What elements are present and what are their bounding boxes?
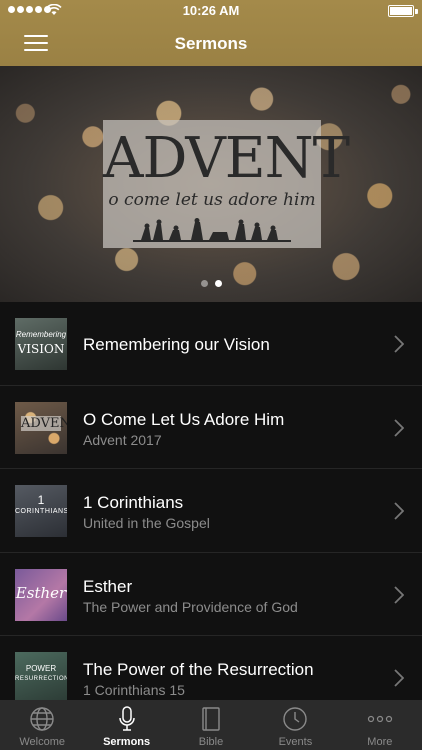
advent-artwork: ADVENT o come let us adore him bbox=[103, 120, 350, 248]
tab-label: Sermons bbox=[103, 736, 151, 748]
sermon-row[interactable]: 1 CORINTHIANS 1 Corinthians United in th… bbox=[0, 469, 422, 553]
sermon-row[interactable]: ADVENT O Come Let Us Adore Him Advent 20… bbox=[0, 386, 422, 469]
thumbnail-title: VISION bbox=[17, 342, 65, 356]
globe-icon bbox=[30, 707, 54, 731]
sermon-thumbnail: Remembering VISION bbox=[15, 318, 67, 370]
sermon-thumbnail: Esther bbox=[15, 568, 67, 621]
more-icon bbox=[367, 715, 392, 723]
banner-pager bbox=[0, 280, 422, 287]
sermon-subtitle: The Power and Providence of God bbox=[83, 598, 298, 615]
page-title: Sermons bbox=[174, 34, 248, 53]
sermon-subtitle: Advent 2017 bbox=[83, 431, 162, 448]
tab-label: Welcome bbox=[19, 736, 66, 748]
tab-label: Bible bbox=[198, 736, 224, 748]
sermon-list: Remembering VISION Remembering our Visio… bbox=[0, 302, 422, 700]
microphone-icon bbox=[118, 706, 135, 731]
tab-label: More bbox=[367, 736, 393, 748]
sermon-thumbnail: 1 CORINTHIANS bbox=[15, 485, 67, 537]
thumbnail-title: RESURRECTION bbox=[15, 676, 67, 682]
thumbnail-title: CORINTHIANS bbox=[15, 508, 67, 515]
tab-more[interactable]: More bbox=[338, 700, 422, 750]
status-time: 10:26 AM bbox=[182, 3, 240, 18]
sermon-row[interactable]: Esther Esther The Power and Providence o… bbox=[0, 553, 422, 636]
chevron-right-icon bbox=[394, 585, 404, 604]
tab-label: Events bbox=[278, 736, 313, 748]
nav-header: 10:26 AM Sermons bbox=[0, 0, 422, 66]
status-bar: 10:26 AM bbox=[0, 0, 422, 22]
sermon-title: Remembering our Vision bbox=[83, 335, 270, 354]
sermon-subtitle: United in the Gospel bbox=[83, 515, 210, 531]
tab-bible[interactable]: Bible bbox=[169, 700, 253, 750]
sermon-row[interactable]: POWER RESURRECTION The Power of the Resu… bbox=[0, 636, 422, 700]
tab-bar: Welcome Sermons Bible Events More bbox=[0, 700, 422, 750]
banner-subtitle: o come let us adore him bbox=[108, 190, 316, 210]
thumbnail-caption: 1 bbox=[37, 493, 45, 507]
sermon-subtitle: 1 Corinthians 15 bbox=[83, 682, 185, 698]
featured-banner[interactable]: ADVENT o come let us adore him bbox=[0, 66, 422, 302]
sermon-title: Esther bbox=[83, 576, 133, 596]
sermon-row[interactable]: Remembering VISION Remembering our Visio… bbox=[0, 302, 422, 386]
book-icon bbox=[202, 707, 220, 731]
sermon-thumbnail: ADVENT bbox=[15, 401, 67, 454]
nativity-silhouette-icon bbox=[133, 218, 291, 242]
tab-welcome[interactable]: Welcome bbox=[0, 700, 84, 750]
chevron-right-icon bbox=[394, 502, 404, 520]
sermon-title: 1 Corinthians bbox=[83, 493, 184, 512]
thumbnail-title: Esther bbox=[15, 583, 67, 602]
pager-dot-active[interactable] bbox=[214, 280, 222, 287]
sermon-thumbnail: POWER RESURRECTION bbox=[15, 652, 67, 700]
banner-title: ADVENT bbox=[103, 126, 350, 191]
pager-dot[interactable] bbox=[200, 280, 208, 287]
clock-icon bbox=[283, 707, 308, 731]
sermon-title: O Come Let Us Adore Him bbox=[83, 409, 285, 429]
sermon-title: The Power of the Resurrection bbox=[83, 660, 314, 679]
chevron-right-icon bbox=[394, 669, 404, 687]
chevron-right-icon bbox=[394, 335, 404, 353]
thumbnail-title: ADVENT bbox=[21, 415, 67, 431]
tab-sermons[interactable]: Sermons bbox=[84, 700, 168, 750]
thumbnail-caption: Remembering bbox=[15, 330, 67, 339]
chevron-right-icon bbox=[394, 418, 404, 437]
battery-icon bbox=[388, 5, 418, 17]
tab-events[interactable]: Events bbox=[253, 700, 337, 750]
thumbnail-caption: POWER bbox=[25, 664, 57, 673]
